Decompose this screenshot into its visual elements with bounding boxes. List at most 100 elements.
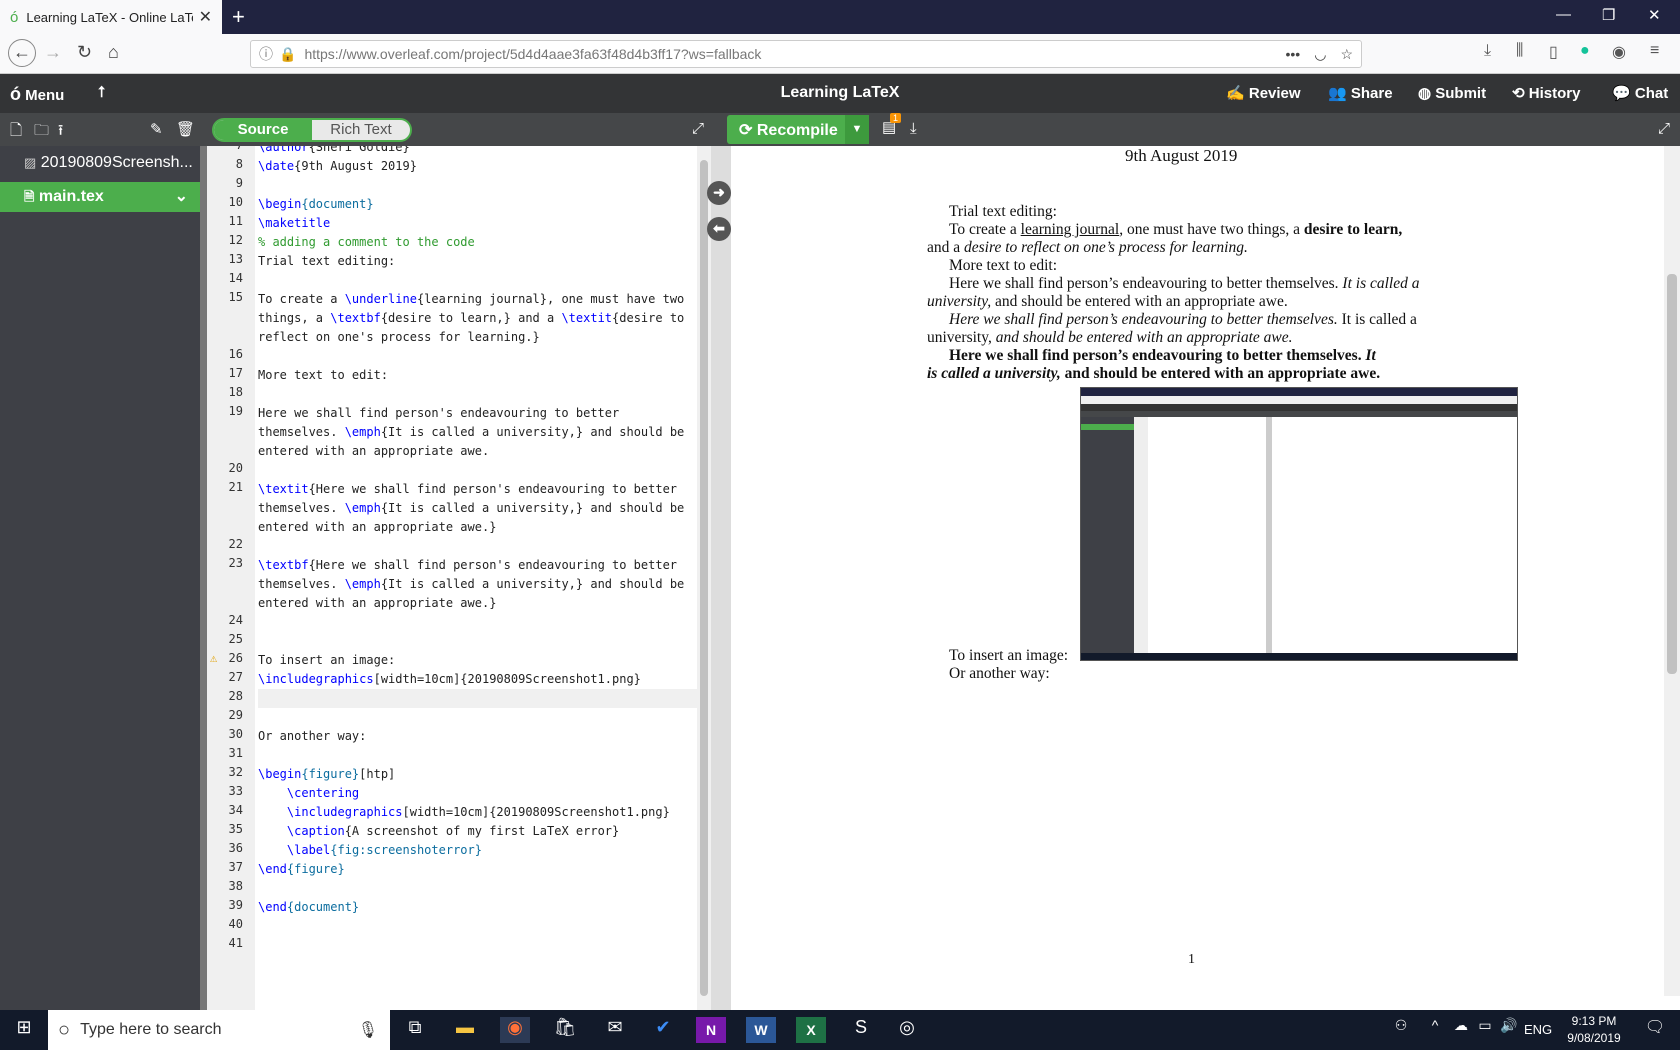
bookmark-star-icon[interactable]: ☆: [1340, 46, 1353, 63]
new-file-icon[interactable]: 🗋: [10, 120, 22, 145]
warning-icon[interactable]: ⚠: [210, 651, 217, 665]
delete-trash-icon[interactable]: 🗑: [176, 120, 195, 138]
code-line[interactable]: Here we shall find person's endeavouring…: [258, 404, 697, 461]
code-line[interactable]: To insert an image:: [258, 651, 697, 670]
code-line[interactable]: \textbf{Here we shall find person's ende…: [258, 556, 697, 613]
people-icon[interactable]: ⚇: [1386, 1017, 1416, 1043]
code-line[interactable]: \includegraphics[width=10cm]{20190809Scr…: [258, 670, 697, 689]
taskbar-search-box[interactable]: ○ Type here to search 🎙: [48, 1010, 390, 1050]
pocket-icon[interactable]: ◡: [1314, 46, 1326, 63]
code-line[interactable]: \begin{document}: [258, 195, 697, 214]
page-actions-icon[interactable]: •••: [1286, 46, 1301, 62]
expand-editor-icon[interactable]: ⤢: [692, 120, 704, 137]
code-line[interactable]: \date{9th August 2019}: [258, 157, 697, 176]
windows-start-icon[interactable]: ⊞: [9, 1017, 39, 1043]
code-line[interactable]: \caption{A screenshot of my first LaTeX …: [258, 822, 697, 841]
grammarly-icon[interactable]: ●: [1580, 42, 1590, 60]
app-circle-icon[interactable]: ◎: [892, 1017, 922, 1043]
clock[interactable]: 9:13 PM 9/08/2019: [1566, 1014, 1622, 1045]
snagit-icon[interactable]: S: [846, 1017, 876, 1043]
firefox-icon[interactable]: ◉: [500, 1017, 530, 1043]
restore-icon[interactable]: ❐: [1602, 6, 1615, 24]
history-button[interactable]: ⟲ History: [1512, 84, 1580, 102]
sync-to-code-arrow-icon[interactable]: ⬅: [707, 217, 731, 241]
code-line[interactable]: To create a \underline{learning journal}…: [258, 290, 697, 347]
line-number: 41: [228, 936, 243, 950]
tab-title: Learning LaTeX - Online LaTeX: [26, 9, 193, 25]
code-line[interactable]: \end{document}: [258, 898, 697, 917]
language-indicator[interactable]: ENG: [1524, 1022, 1552, 1037]
rich-text-tab[interactable]: Rich Text: [312, 120, 410, 140]
code-line[interactable]: \includegraphics[width=10cm]{20190809Scr…: [258, 803, 697, 822]
minimize-icon[interactable]: —: [1556, 6, 1571, 23]
menu-button[interactable]: ó Menu: [10, 84, 64, 105]
onenote-icon[interactable]: N: [696, 1017, 726, 1043]
code-line[interactable]: \end{figure}: [258, 860, 697, 879]
code-line[interactable]: More text to edit:: [258, 366, 697, 385]
volume-icon[interactable]: 🔊: [1494, 1017, 1524, 1043]
line-number: 17: [228, 366, 243, 380]
notifications-icon[interactable]: 🗨: [1640, 1017, 1670, 1043]
file-item-screenshot[interactable]: ▨ 20190809Screensh...: [0, 148, 200, 178]
pane-resizer[interactable]: [711, 146, 731, 1010]
store-icon[interactable]: 🛍: [550, 1017, 580, 1043]
recompile-dropdown-icon[interactable]: ▼: [845, 115, 869, 144]
logs-icon[interactable]: ▤ 1: [882, 113, 902, 136]
mail-icon[interactable]: ✉: [600, 1017, 630, 1043]
code-line[interactable]: Trial text editing:: [258, 252, 697, 271]
library-icon[interactable]: ⫼: [1516, 42, 1523, 60]
sidebar-icon[interactable]: ▯: [1549, 42, 1558, 62]
file-item-main-tex[interactable]: 🗎 main.tex ⌄: [0, 182, 200, 212]
hamburger-menu-icon[interactable]: ≡: [1650, 42, 1659, 60]
code-line[interactable]: \label{fig:screenshoterror}: [258, 841, 697, 860]
code-line[interactable]: \centering: [258, 784, 697, 803]
excel-icon[interactable]: X: [796, 1017, 826, 1043]
code-editor[interactable]: 7891011121314151617181920212223242526272…: [207, 146, 697, 1010]
download-pdf-icon[interactable]: ⤓: [910, 120, 917, 137]
share-button[interactable]: 👥 Share: [1328, 84, 1393, 102]
editor-scrollbar[interactable]: [697, 146, 711, 1010]
sync-to-pdf-arrow-icon[interactable]: ➜: [707, 181, 731, 205]
expand-pdf-icon[interactable]: ⤢: [1658, 120, 1670, 137]
pdf-line-10: is called a university, and should be en…: [927, 365, 1381, 382]
chat-button[interactable]: 💬 Chat: [1612, 84, 1668, 102]
rename-pencil-icon[interactable]: ✎: [150, 120, 163, 138]
source-tab[interactable]: Source: [214, 120, 312, 140]
back-icon[interactable]: ←: [8, 39, 36, 67]
new-folder-icon[interactable]: 🗀: [34, 120, 49, 145]
forward-icon[interactable]: →: [44, 42, 62, 63]
home-icon[interactable]: ⌂: [108, 42, 119, 63]
address-bar[interactable]: ⓘ 🔒 https://www.overleaf.com/project/5d4…: [250, 40, 1362, 68]
review-button[interactable]: ✍ Review: [1226, 84, 1301, 102]
code-line[interactable]: \begin{figure}[htp]: [258, 765, 697, 784]
todo-icon[interactable]: ✔: [648, 1017, 678, 1043]
code-line[interactable]: [258, 689, 697, 708]
code-line[interactable]: \textit{Here we shall find person's ende…: [258, 480, 697, 537]
code-line[interactable]: \maketitle: [258, 214, 697, 233]
code-line[interactable]: Or another way:: [258, 727, 697, 746]
editor-scroll-thumb[interactable]: [700, 160, 708, 996]
downloads-icon[interactable]: ⤓: [1484, 42, 1491, 60]
info-icon[interactable]: ⓘ: [259, 44, 273, 64]
pdf-scroll-thumb[interactable]: [1667, 274, 1677, 674]
recompile-button[interactable]: ⟳ Recompile ▼: [727, 115, 869, 144]
account-icon[interactable]: ◉: [1612, 42, 1626, 62]
reload-icon[interactable]: ↻: [77, 42, 92, 63]
upload-file-icon[interactable]: ⭱: [58, 120, 63, 145]
code-line[interactable]: % adding a comment to the code: [258, 233, 697, 252]
file-tree-resizer[interactable]: [200, 146, 207, 1010]
chevron-down-icon[interactable]: ⌄: [175, 182, 188, 212]
submit-button[interactable]: ◍ Submit: [1418, 84, 1486, 102]
file-explorer-icon[interactable]: ▬: [450, 1017, 480, 1043]
task-view-icon[interactable]: ⧉: [400, 1017, 430, 1043]
code-line[interactable]: \author{Sheri Goldie}: [258, 146, 697, 157]
word-icon[interactable]: W: [746, 1017, 776, 1043]
microphone-icon[interactable]: 🎙: [358, 1020, 378, 1040]
browser-tab[interactable]: ó Learning LaTeX - Online LaTeX ✕: [0, 0, 222, 34]
new-tab-icon[interactable]: +: [232, 4, 245, 30]
upload-icon[interactable]: ⭡: [98, 84, 105, 101]
source-richtext-toggle[interactable]: Source Rich Text: [212, 118, 412, 142]
pdf-scrollbar[interactable]: [1664, 146, 1680, 996]
close-tab-icon[interactable]: ✕: [199, 7, 212, 27]
close-window-icon[interactable]: ✕: [1648, 6, 1661, 24]
